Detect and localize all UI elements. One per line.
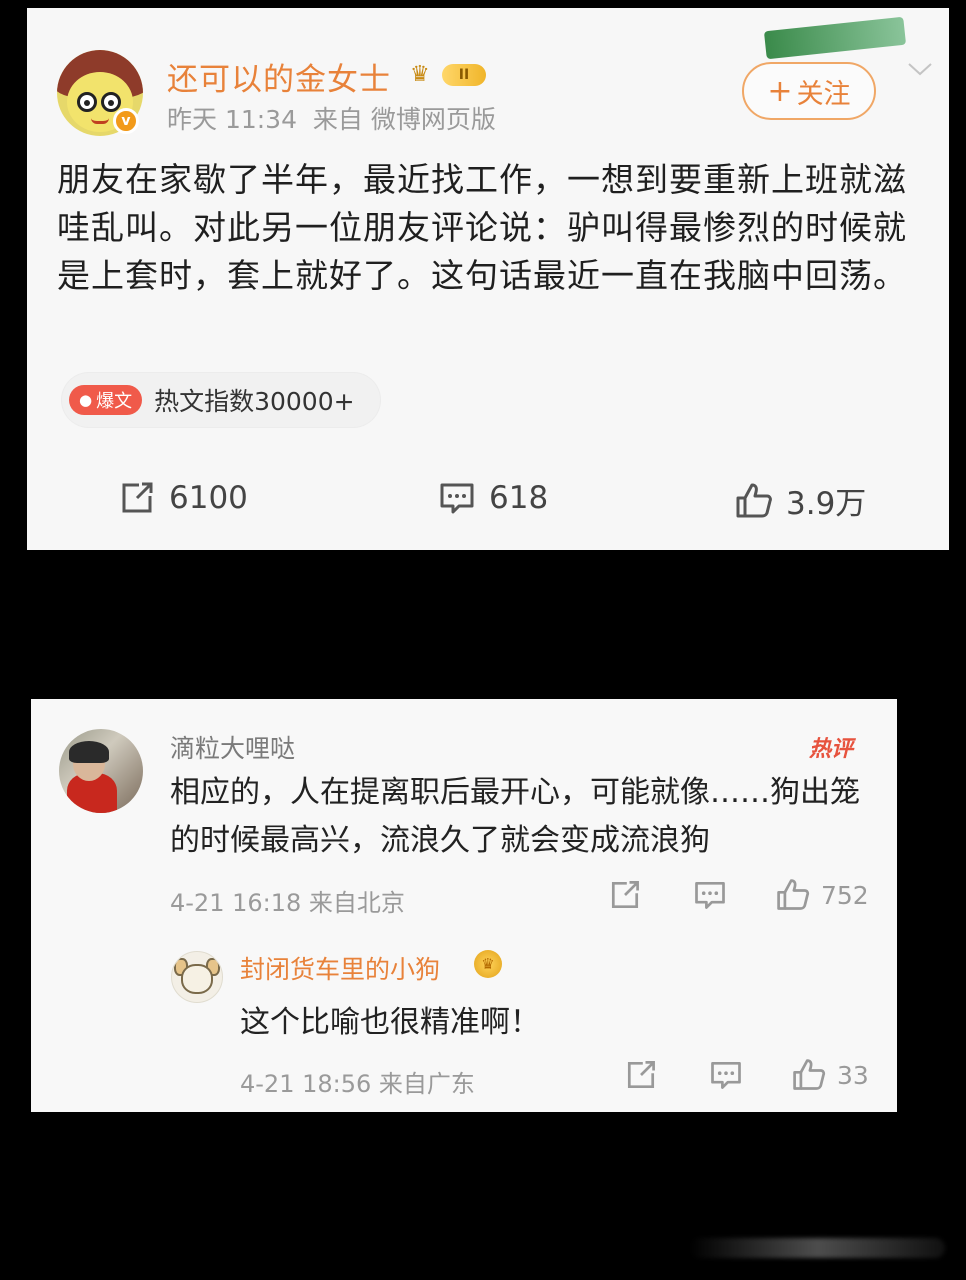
post-source: 来自 微博网页版 — [312, 105, 496, 134]
hot-comment-card: 滴粒大哩哒 热评 相应的，人在提离职后最开心，可能就像……狗出笼的时候最高兴，流… — [31, 699, 897, 1112]
like-icon — [736, 483, 772, 517]
comment-username[interactable]: 滴粒大哩哒 — [170, 729, 295, 765]
crown-icon: ♛ — [474, 950, 502, 978]
hot-tag-label: 爆文 — [96, 391, 133, 412]
blurred-watermark — [690, 1238, 945, 1258]
repost-icon — [627, 1061, 655, 1089]
reply-comment-button[interactable] — [708, 1057, 744, 1093]
chevron-down-icon[interactable] — [907, 58, 932, 82]
repost-button[interactable]: 6100 — [117, 478, 248, 518]
follow-button[interactable]: + 关注 — [742, 62, 876, 120]
avatar-face — [181, 964, 213, 994]
reply-repost-button[interactable] — [623, 1057, 659, 1093]
hot-index-tag[interactable]: ● 爆文 热文指数30000+ — [61, 372, 381, 428]
comment-repost-button[interactable] — [607, 877, 643, 913]
avatar-hair — [69, 741, 109, 763]
like-icon — [793, 1059, 826, 1090]
comment-action-bar: 752 — [31, 877, 897, 921]
comment-button[interactable]: 618 — [437, 478, 548, 518]
avatar[interactable] — [59, 729, 143, 813]
reply-action-bar: 33 — [31, 1057, 897, 1101]
comment-icon — [695, 881, 725, 909]
comment-icon — [711, 1061, 741, 1089]
vip-level: II — [442, 64, 486, 86]
repost-icon — [611, 881, 639, 909]
hot-article-badge: ● 爆文 — [69, 385, 143, 415]
verified-icon: v — [113, 108, 139, 134]
reply-username[interactable]: 封闭货车里的小狗 — [240, 950, 440, 986]
avatar-eye — [77, 92, 97, 112]
comment-like-count: 752 — [821, 880, 869, 910]
avatar-mouth — [91, 118, 109, 124]
avatar-eye — [101, 92, 121, 112]
repost-icon — [122, 482, 153, 513]
like-icon — [777, 879, 810, 910]
like-count: 3.9万 — [786, 486, 867, 522]
repost-count: 6100 — [169, 480, 248, 516]
comment-text: 相应的，人在提离职后最开心，可能就像……狗出笼的时候最高兴，流浪久了就会变成流浪… — [170, 775, 860, 858]
comment-icon — [440, 483, 474, 514]
reply-avatar[interactable] — [171, 951, 223, 1003]
like-button[interactable]: 3.9万 — [734, 478, 866, 523]
comment-like-button[interactable]: 752 — [775, 877, 869, 913]
hot-index-text: 热文指数30000+ — [154, 387, 355, 416]
vip-badge[interactable]: ♛ II — [410, 62, 486, 88]
post-meta: 昨天 11:34 来自 微博网页版 — [167, 100, 496, 136]
post-text: 朋友在家歇了半年，最近找工作，一想到要重新上班就滋哇乱叫。对此另一位朋友评论说：… — [57, 160, 907, 295]
comment-count: 618 — [489, 480, 549, 516]
decorative-ribbon — [763, 16, 907, 60]
reply-like-count: 33 — [837, 1060, 869, 1090]
follow-label: 关注 — [796, 78, 851, 110]
comment-reply-button[interactable] — [692, 877, 728, 913]
plus-icon: + — [767, 73, 793, 109]
flame-icon: ● — [79, 391, 93, 409]
hot-comment-badge: 热评 — [809, 737, 854, 762]
post-time: 昨天 11:34 — [167, 105, 297, 134]
reply-text: 这个比喻也很精准啊！ — [240, 1005, 540, 1040]
weibo-post-card: v 还可以的金女士 ♛ II 昨天 11:34 来自 微博网页版 + 关注 朋友在… — [27, 8, 949, 550]
reply-like-button[interactable]: 33 — [791, 1057, 869, 1093]
post-action-bar: 6100 618 3.9万 — [27, 478, 949, 538]
verified-mark: v — [121, 113, 131, 129]
post-username[interactable]: 还可以的金女士 — [167, 54, 391, 99]
crown-icon: ♛ — [410, 62, 430, 87]
